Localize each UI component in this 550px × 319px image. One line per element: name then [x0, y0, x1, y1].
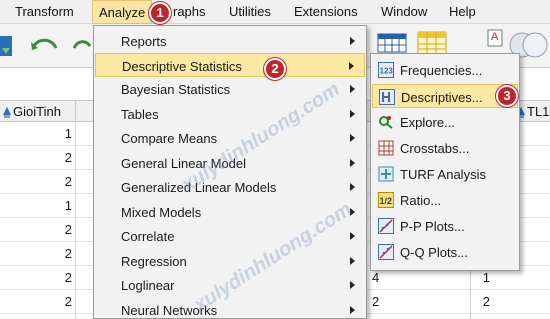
data-grid-icon[interactable] [377, 32, 407, 54]
descriptives-icon [379, 89, 395, 105]
step-badge-3: 3 [496, 85, 518, 107]
menu-item-bayesian-statistics[interactable]: Bayesian Statistics [95, 77, 365, 101]
menu-item-label: TURF Analysis [400, 167, 486, 182]
column-header-tl1[interactable]: TL1 [527, 104, 549, 119]
menu-item-ratio[interactable]: 1/2 Ratio... [372, 188, 518, 212]
menu-window[interactable]: Window [381, 4, 427, 19]
menu-item-regression[interactable]: Regression [95, 249, 365, 273]
cell-gioitinh[interactable]: 1 [40, 198, 72, 213]
menu-item-generalized-linear-models[interactable]: Generalized Linear Models [95, 175, 365, 199]
cell-gioitinh[interactable]: 2 [40, 246, 72, 261]
frequencies-icon: 123 [378, 62, 394, 78]
menu-item-mixed-models[interactable]: Mixed Models [95, 200, 365, 224]
pp-plot-icon [378, 218, 394, 234]
menu-item-qq-plots[interactable]: Q-Q Plots... [372, 240, 518, 264]
cell-gioitinh[interactable]: 1 [40, 126, 72, 141]
menu-item-label: Reports [121, 34, 167, 49]
submenu-arrow-icon [350, 159, 355, 167]
analyze-menu: Reports Descriptive Statistics Bayesian … [93, 25, 367, 319]
cell-value[interactable]: 4 [372, 270, 384, 285]
menu-item-explore[interactable]: Explore... [372, 110, 518, 134]
menu-item-label: Neural Networks [121, 303, 218, 318]
menu-item-label: Compare Means [121, 131, 218, 146]
turf-icon [378, 166, 394, 182]
step-badge-1: 1 [149, 2, 171, 24]
menu-item-label: Explore... [400, 115, 455, 130]
cell-gioitinh[interactable]: 2 [40, 294, 72, 309]
menu-item-label: Loglinear [121, 278, 175, 293]
undo-icon[interactable] [30, 36, 60, 56]
menu-graphs[interactable]: raphs [173, 4, 206, 19]
menu-item-neural-networks[interactable]: Neural Networks [95, 298, 365, 319]
column-header-gioitinh[interactable]: GioiTinh [13, 104, 61, 119]
menu-item-crosstabs[interactable]: Crosstabs... [372, 136, 518, 160]
submenu-arrow-icon [350, 110, 355, 118]
column-divider [75, 101, 76, 123]
menu-item-label: Generalized Linear Models [121, 180, 277, 195]
menu-item-general-linear-model[interactable]: General Linear Model [95, 151, 365, 175]
menu-item-reports[interactable]: Reports [95, 29, 365, 53]
svg-text:A: A [491, 31, 499, 43]
submenu-arrow-icon [350, 306, 355, 314]
submenu-arrow-icon [350, 134, 355, 142]
cell-gioitinh[interactable]: 2 [40, 150, 72, 165]
menu-item-correlate[interactable]: Correlate [95, 224, 365, 248]
menu-item-tables[interactable]: Tables [95, 102, 365, 126]
cell-gioitinh[interactable]: 2 [40, 222, 72, 237]
svg-text:123: 123 [380, 67, 394, 76]
menu-item-label: Mixed Models [121, 205, 202, 220]
menu-item-label: Q-Q Plots... [400, 245, 468, 260]
submenu-arrow-icon [350, 257, 355, 265]
ratio-icon: 1/2 [378, 192, 394, 208]
menu-item-label: Tables [121, 107, 159, 122]
menu-item-frequencies[interactable]: 123 Frequencies... [372, 58, 518, 82]
menu-item-label: Ratio... [400, 193, 442, 208]
menu-item-label: Correlate [121, 229, 175, 244]
submenu-arrow-icon [350, 232, 355, 240]
menu-item-label: Bayesian Statistics [121, 82, 231, 97]
submenu-arrow-icon [350, 208, 355, 216]
menu-transform[interactable]: Transform [15, 4, 74, 19]
menu-item-label: P-P Plots... [400, 219, 465, 234]
menu-item-label: General Linear Model [121, 156, 247, 171]
crosstabs-icon [378, 140, 394, 156]
qq-plot-icon [378, 244, 394, 260]
menu-item-loglinear[interactable]: Loglinear [95, 273, 365, 297]
menubar: Transform Analyze raphs Utilities Extens… [0, 0, 550, 24]
cell-value[interactable]: 2 [372, 294, 384, 309]
menu-item-label: Crosstabs... [400, 141, 470, 156]
menu-item-label: Frequencies... [400, 63, 483, 78]
menu-item-pp-plots[interactable]: P-P Plots... [372, 214, 518, 238]
menu-help[interactable]: Help [449, 4, 476, 19]
step-badge-2: 2 [264, 58, 286, 80]
submenu-arrow-icon [350, 281, 355, 289]
submenu-arrow-icon [350, 85, 355, 93]
redo-icon[interactable] [72, 36, 92, 56]
menu-analyze[interactable]: Analyze [92, 0, 153, 24]
menu-utilities[interactable]: Utilities [229, 4, 271, 19]
menu-item-turf-analysis[interactable]: TURF Analysis [372, 162, 518, 186]
menu-item-compare-means[interactable]: Compare Means [95, 126, 365, 150]
cell-gioitinh[interactable]: 2 [40, 174, 72, 189]
cell-gioitinh[interactable]: 2 [40, 270, 72, 285]
menu-extensions[interactable]: Extensions [294, 4, 358, 19]
submenu-arrow-icon [350, 37, 355, 45]
value-labels-icon[interactable]: A [486, 26, 506, 48]
explore-icon [379, 116, 393, 129]
menu-item-descriptive-statistics[interactable]: Descriptive Statistics [95, 53, 365, 77]
menu-item-label: Descriptive Statistics [122, 59, 242, 74]
save-icon[interactable] [0, 32, 16, 60]
submenu-arrow-icon [349, 62, 354, 70]
menu-item-label: Descriptives... [401, 90, 483, 105]
submenu-arrow-icon [350, 183, 355, 191]
svg-text:1/2: 1/2 [380, 196, 393, 206]
cell-value[interactable]: 1 [476, 270, 490, 285]
descriptive-statistics-submenu: 123 Frequencies... Descriptives... Explo… [370, 53, 520, 271]
cell-value[interactable]: 2 [476, 294, 490, 309]
column-divider [75, 122, 76, 319]
menu-item-label: Regression [121, 254, 187, 269]
